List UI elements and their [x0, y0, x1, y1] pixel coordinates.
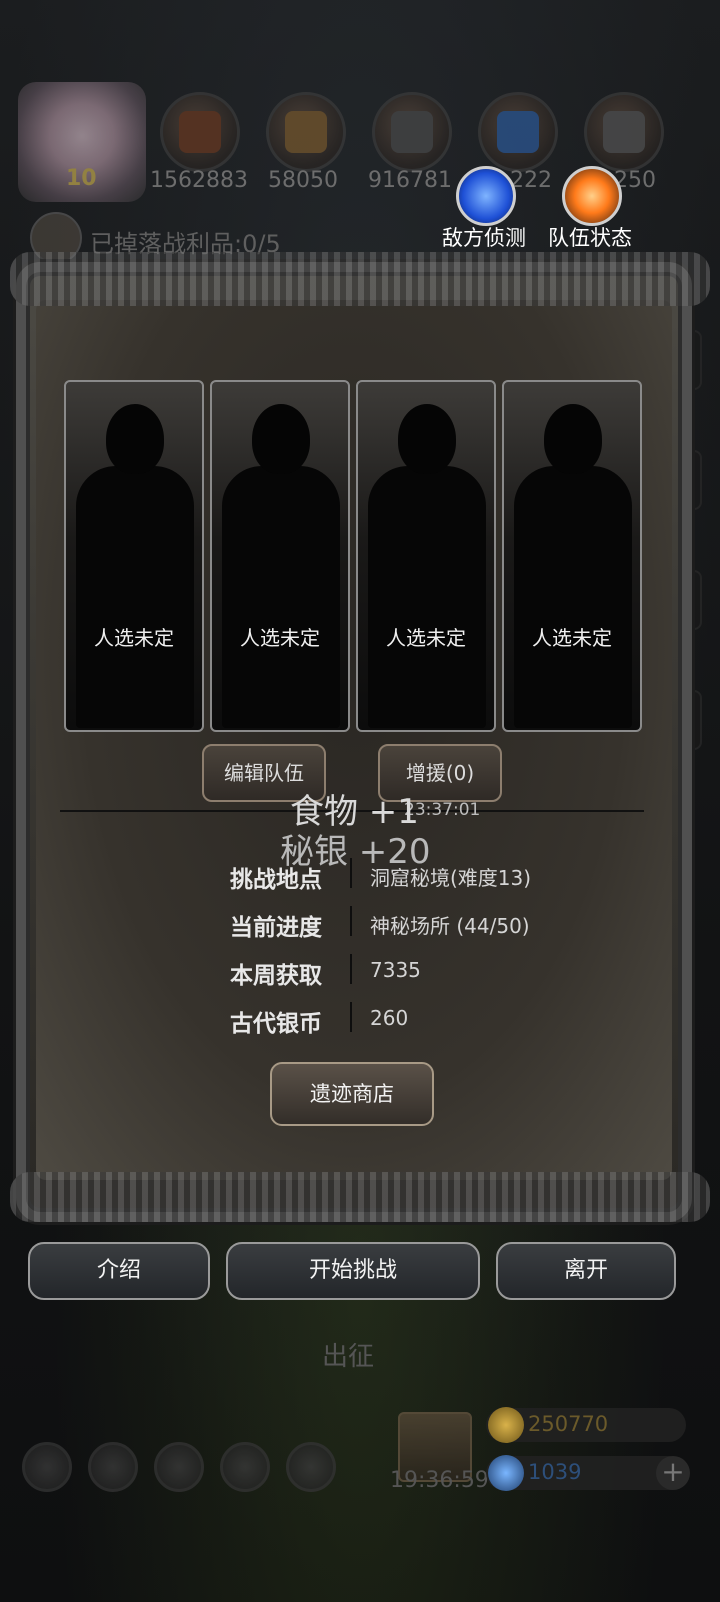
enemy-scan-label[interactable]: 敌方侦测: [442, 222, 526, 252]
hero-slot-2[interactable]: 人选未定: [210, 380, 350, 732]
info-label-progress: 当前进度: [230, 915, 322, 941]
map-icon[interactable]: [286, 1442, 336, 1492]
slot-label: 人选未定: [532, 626, 612, 650]
info-value-weekly: 7335: [370, 958, 421, 982]
add-currency-button[interactable]: +: [656, 1456, 690, 1490]
silhouette-icon: [368, 466, 486, 728]
gem-value: 1039: [528, 1460, 582, 1484]
hero-slot-4[interactable]: 人选未定: [502, 380, 642, 732]
info-value-progress: 神秘场所 (44/50): [370, 914, 530, 938]
crystal-value: 222: [510, 168, 552, 193]
enemy-scan-icon[interactable]: [456, 166, 516, 226]
gold-value: 250770: [528, 1412, 609, 1436]
iron-value: 916781: [368, 168, 452, 193]
team-status-icon[interactable]: [562, 166, 622, 226]
hero-slot-1[interactable]: 人选未定: [64, 380, 204, 732]
info-separator: [350, 906, 352, 936]
hero-icon[interactable]: [88, 1442, 138, 1492]
ruins-shop-button[interactable]: 遗迹商店: [270, 1062, 434, 1126]
silhouette-head: [106, 404, 164, 474]
guild-icon[interactable]: [154, 1442, 204, 1492]
silhouette-icon: [222, 466, 340, 728]
wood-value: 58050: [268, 168, 338, 193]
silhouette-icon: [76, 466, 194, 728]
iron-icon[interactable]: [372, 92, 452, 172]
crystal-icon[interactable]: [478, 92, 558, 172]
team-status-label[interactable]: 队伍状态: [548, 222, 632, 252]
settings-icon[interactable]: [22, 1442, 72, 1492]
silhouette-head: [398, 404, 456, 474]
hero-slot-3[interactable]: 人选未定: [356, 380, 496, 732]
silhouette-head: [252, 404, 310, 474]
frame-ornament-top: [10, 252, 710, 306]
info-separator: [350, 954, 352, 984]
frame-ornament-bottom: [10, 1172, 710, 1222]
info-value-coins: 260: [370, 1006, 409, 1030]
stone-icon[interactable]: [584, 92, 664, 172]
slot-label: 人选未定: [94, 626, 174, 650]
food-value: 1562883: [150, 168, 248, 193]
silhouette-icon: [514, 466, 632, 728]
avatar-level: 10: [66, 166, 97, 191]
dispatch-label: 出征: [322, 1342, 375, 1372]
silhouette-head: [544, 404, 602, 474]
food-icon[interactable]: [160, 92, 240, 172]
gold-coin-icon: [488, 1407, 524, 1443]
slot-label: 人选未定: [240, 626, 320, 650]
info-label-location: 挑战地点: [230, 867, 322, 893]
info-label-coins: 古代银币: [230, 1011, 322, 1037]
leave-button[interactable]: 离开: [496, 1242, 676, 1300]
slot-label: 人选未定: [386, 626, 466, 650]
info-separator: [350, 1002, 352, 1032]
gift-timer: 19:36:59: [390, 1468, 489, 1493]
start-challenge-button[interactable]: 开始挑战: [226, 1242, 480, 1300]
info-label-weekly: 本周获取: [230, 963, 322, 989]
info-value-location: 洞窟秘境(难度13): [370, 866, 532, 890]
player-avatar[interactable]: 10: [18, 82, 146, 202]
wood-icon[interactable]: [266, 92, 346, 172]
info-separator: [350, 858, 352, 888]
gem-icon: [488, 1455, 524, 1491]
mail-icon[interactable]: [220, 1442, 270, 1492]
intro-button[interactable]: 介绍: [28, 1242, 210, 1300]
